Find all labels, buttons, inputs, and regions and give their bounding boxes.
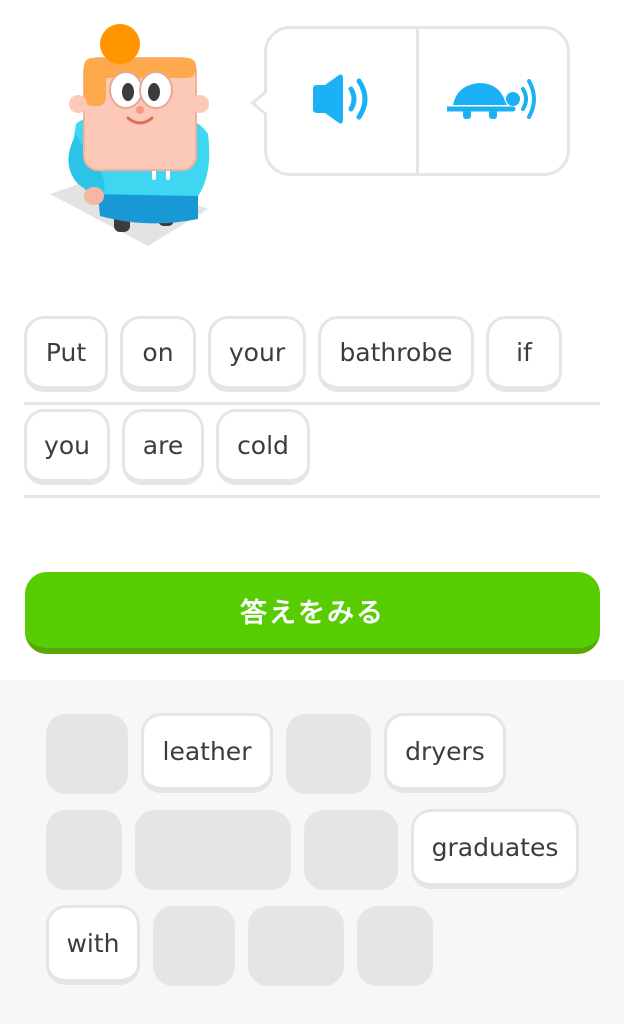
word-bank-empty-slot [248, 906, 344, 986]
word-bank-tile[interactable]: with [46, 905, 140, 985]
answer-word-tile[interactable]: bathrobe [318, 316, 474, 392]
speaker-icon [309, 73, 373, 129]
word-bank-tile[interactable]: graduates [411, 809, 579, 889]
word-bank-tile[interactable]: leather [141, 713, 273, 793]
word-bank-empty-slot [304, 810, 398, 890]
play-audio-button[interactable] [267, 29, 416, 173]
character-illustration [48, 24, 218, 254]
answer-word-tile[interactable]: your [208, 316, 306, 392]
word-bank-empty-slot [286, 714, 371, 794]
answer-word-tile[interactable]: cold [216, 409, 310, 485]
word-bank-empty-slot [135, 810, 291, 890]
answer-word-tile[interactable]: on [120, 316, 196, 392]
word-bank-empty-slot [153, 906, 235, 986]
answer-word-tile[interactable]: are [122, 409, 204, 485]
check-answer-button[interactable]: 答えをみる [25, 572, 600, 654]
word-bank-empty-slot [46, 810, 122, 890]
word-bank-tile[interactable]: dryers [384, 713, 506, 793]
speech-bubble [250, 26, 570, 176]
answer-area: Put on your bathrobe if you are cold [24, 312, 600, 498]
answer-word-tile[interactable]: Put [24, 316, 108, 392]
play-slow-audio-button[interactable] [415, 29, 568, 173]
answer-line-2: you are cold [24, 405, 600, 498]
word-bank-empty-slot [46, 714, 128, 794]
slow-turtle-icon [444, 73, 539, 129]
answer-line-1: Put on your bathrobe if [24, 312, 600, 405]
word-bank: leather dryers graduates with [0, 680, 624, 1024]
answer-word-tile[interactable]: you [24, 409, 110, 485]
word-bank-empty-slot [357, 906, 433, 986]
answer-word-tile[interactable]: if [486, 316, 562, 392]
